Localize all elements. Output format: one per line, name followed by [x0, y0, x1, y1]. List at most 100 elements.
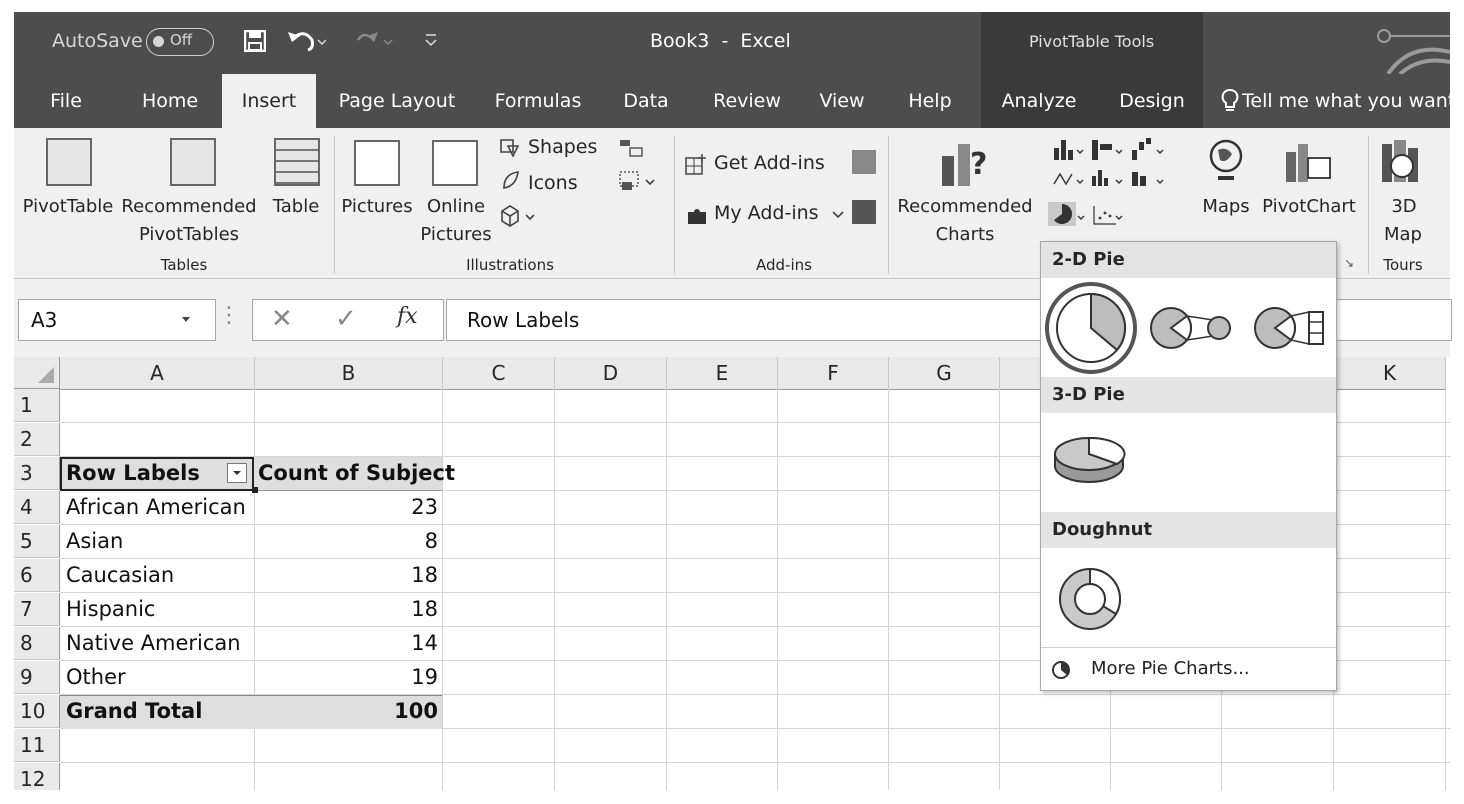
pivotchart-button[interactable]: PivotChart: [1258, 196, 1360, 218]
column-header-d[interactable]: D: [555, 357, 667, 390]
pie-2d-option[interactable]: [1056, 292, 1127, 363]
pivot-row-value[interactable]: 8: [258, 525, 438, 558]
bing-icon[interactable]: [852, 150, 876, 174]
row-header-5[interactable]: 5: [14, 525, 60, 558]
pivottable-button[interactable]: PivotTable: [18, 196, 118, 218]
save-icon[interactable]: [244, 30, 266, 52]
column-header-k[interactable]: K: [1334, 357, 1446, 390]
pictures-button[interactable]: Pictures: [340, 196, 414, 218]
row-header-11[interactable]: 11: [14, 729, 60, 762]
row-header-3[interactable]: 3: [14, 457, 60, 490]
row-header-1[interactable]: 1: [14, 389, 60, 422]
shapes-icon[interactable]: [498, 136, 524, 160]
my-addins-button[interactable]: My Add-ins: [714, 202, 819, 224]
smartart-icon[interactable]: [618, 138, 646, 158]
pivot-row-label[interactable]: African American: [66, 491, 246, 524]
select-all-corner[interactable]: [14, 357, 60, 389]
column-header-b[interactable]: B: [255, 357, 443, 390]
pivot-row-label[interactable]: Caucasian: [66, 559, 174, 592]
chevron-down-icon[interactable]: [832, 210, 844, 220]
icons-button[interactable]: Icons: [528, 172, 578, 194]
row-header-4[interactable]: 4: [14, 491, 60, 524]
icons-icon[interactable]: [498, 168, 524, 194]
column-header-f[interactable]: F: [778, 357, 889, 390]
pictures-icon[interactable]: [354, 140, 400, 186]
pivotchart-icon[interactable]: [1284, 138, 1336, 184]
row-header-12[interactable]: 12: [14, 763, 60, 790]
get-addins-button[interactable]: Get Add-ins: [714, 152, 825, 174]
recommended-charts-icon[interactable]: ?: [940, 138, 996, 188]
recommended-pivottables-button[interactable]: Recommended: [118, 196, 260, 218]
online-pictures-button[interactable]: Online: [420, 196, 492, 218]
screenshot-icon[interactable]: [618, 170, 658, 194]
pivot-row-value[interactable]: 18: [258, 559, 438, 592]
recommended-charts-button[interactable]: Recommended: [894, 196, 1036, 218]
column-header-c[interactable]: C: [443, 357, 555, 390]
row-header-7[interactable]: 7: [14, 593, 60, 626]
chart-type-gallery[interactable]: [1042, 136, 1202, 228]
column-header-g[interactable]: G: [889, 357, 1000, 390]
grand-total-label[interactable]: Grand Total: [66, 695, 202, 728]
3d-models-icon[interactable]: [498, 204, 542, 228]
column-header-a[interactable]: A: [60, 357, 255, 390]
table-icon[interactable]: [274, 138, 320, 186]
grand-total-value[interactable]: 100: [258, 695, 438, 728]
pivot-row-value[interactable]: 19: [258, 661, 438, 694]
pie-3d-option[interactable]: [1051, 428, 1127, 486]
store-icon[interactable]: [684, 152, 708, 176]
enter-icon[interactable]: ✓: [335, 304, 357, 334]
pivot-row-label[interactable]: Other: [66, 661, 126, 694]
people-graph-icon[interactable]: [852, 200, 876, 224]
count-of-subject-header[interactable]: Count of Subject: [258, 457, 455, 490]
tab-file[interactable]: File: [40, 74, 92, 128]
undo-icon[interactable]: [286, 28, 326, 54]
row-header-6[interactable]: 6: [14, 559, 60, 592]
more-pie-charts-item[interactable]: More Pie Charts...: [1041, 650, 1336, 688]
globe-icon[interactable]: [1206, 138, 1246, 184]
pivot-row-value[interactable]: 14: [258, 627, 438, 660]
table-button[interactable]: Table: [264, 196, 328, 218]
row-labels-header[interactable]: Row Labels: [66, 457, 200, 490]
bar-of-pie-option[interactable]: [1254, 307, 1324, 349]
splitter-icon[interactable]: ⋮: [218, 303, 240, 328]
maps-button[interactable]: Maps: [1196, 196, 1256, 218]
tell-me-search[interactable]: Tell me what you want: [1242, 74, 1452, 128]
filter-dropdown-button[interactable]: [227, 463, 247, 483]
pivot-row-value[interactable]: 23: [258, 491, 438, 524]
row-header-10[interactable]: 10: [14, 695, 60, 728]
tab-design[interactable]: Design: [1110, 74, 1194, 128]
redo-icon[interactable]: [354, 28, 398, 54]
3d-map-button[interactable]: 3D: [1378, 196, 1430, 218]
tab-insert[interactable]: Insert: [222, 74, 316, 128]
insert-function-icon[interactable]: fx: [397, 304, 418, 329]
cancel-icon[interactable]: ✕: [271, 304, 293, 334]
chevron-down-icon[interactable]: [179, 314, 193, 326]
tab-formulas[interactable]: Formulas: [488, 74, 588, 128]
recommended-pivottables-icon[interactable]: [170, 138, 216, 186]
my-addins-icon[interactable]: [684, 202, 710, 226]
shapes-button[interactable]: Shapes: [528, 136, 597, 158]
name-box[interactable]: A3: [18, 299, 216, 341]
pivot-row-value[interactable]: 18: [258, 593, 438, 626]
tab-analyze[interactable]: Analyze: [994, 74, 1084, 128]
dialog-launcher-icon[interactable]: ↘: [1344, 256, 1354, 270]
pivottable-icon[interactable]: [46, 138, 92, 186]
row-header-9[interactable]: 9: [14, 661, 60, 694]
column-header-e[interactable]: E: [667, 357, 778, 390]
pivot-row-label[interactable]: Asian: [66, 525, 123, 558]
pivot-row-label[interactable]: Hispanic: [66, 593, 155, 626]
3d-map-icon[interactable]: [1378, 138, 1426, 186]
tab-page-layout[interactable]: Page Layout: [332, 74, 462, 128]
online-pictures-icon[interactable]: [432, 140, 478, 186]
tab-review[interactable]: Review: [708, 74, 786, 128]
tab-help[interactable]: Help: [900, 74, 960, 128]
tab-view[interactable]: View: [812, 74, 872, 128]
row-header-2[interactable]: 2: [14, 423, 60, 456]
row-header-8[interactable]: 8: [14, 627, 60, 660]
tab-data[interactable]: Data: [616, 74, 676, 128]
pivot-row-label[interactable]: Native American: [66, 627, 241, 660]
doughnut-option[interactable]: [1055, 564, 1125, 634]
pie-of-pie-option[interactable]: [1150, 307, 1231, 349]
tab-home[interactable]: Home: [130, 74, 210, 128]
autosave-toggle[interactable]: Off: [146, 28, 214, 56]
